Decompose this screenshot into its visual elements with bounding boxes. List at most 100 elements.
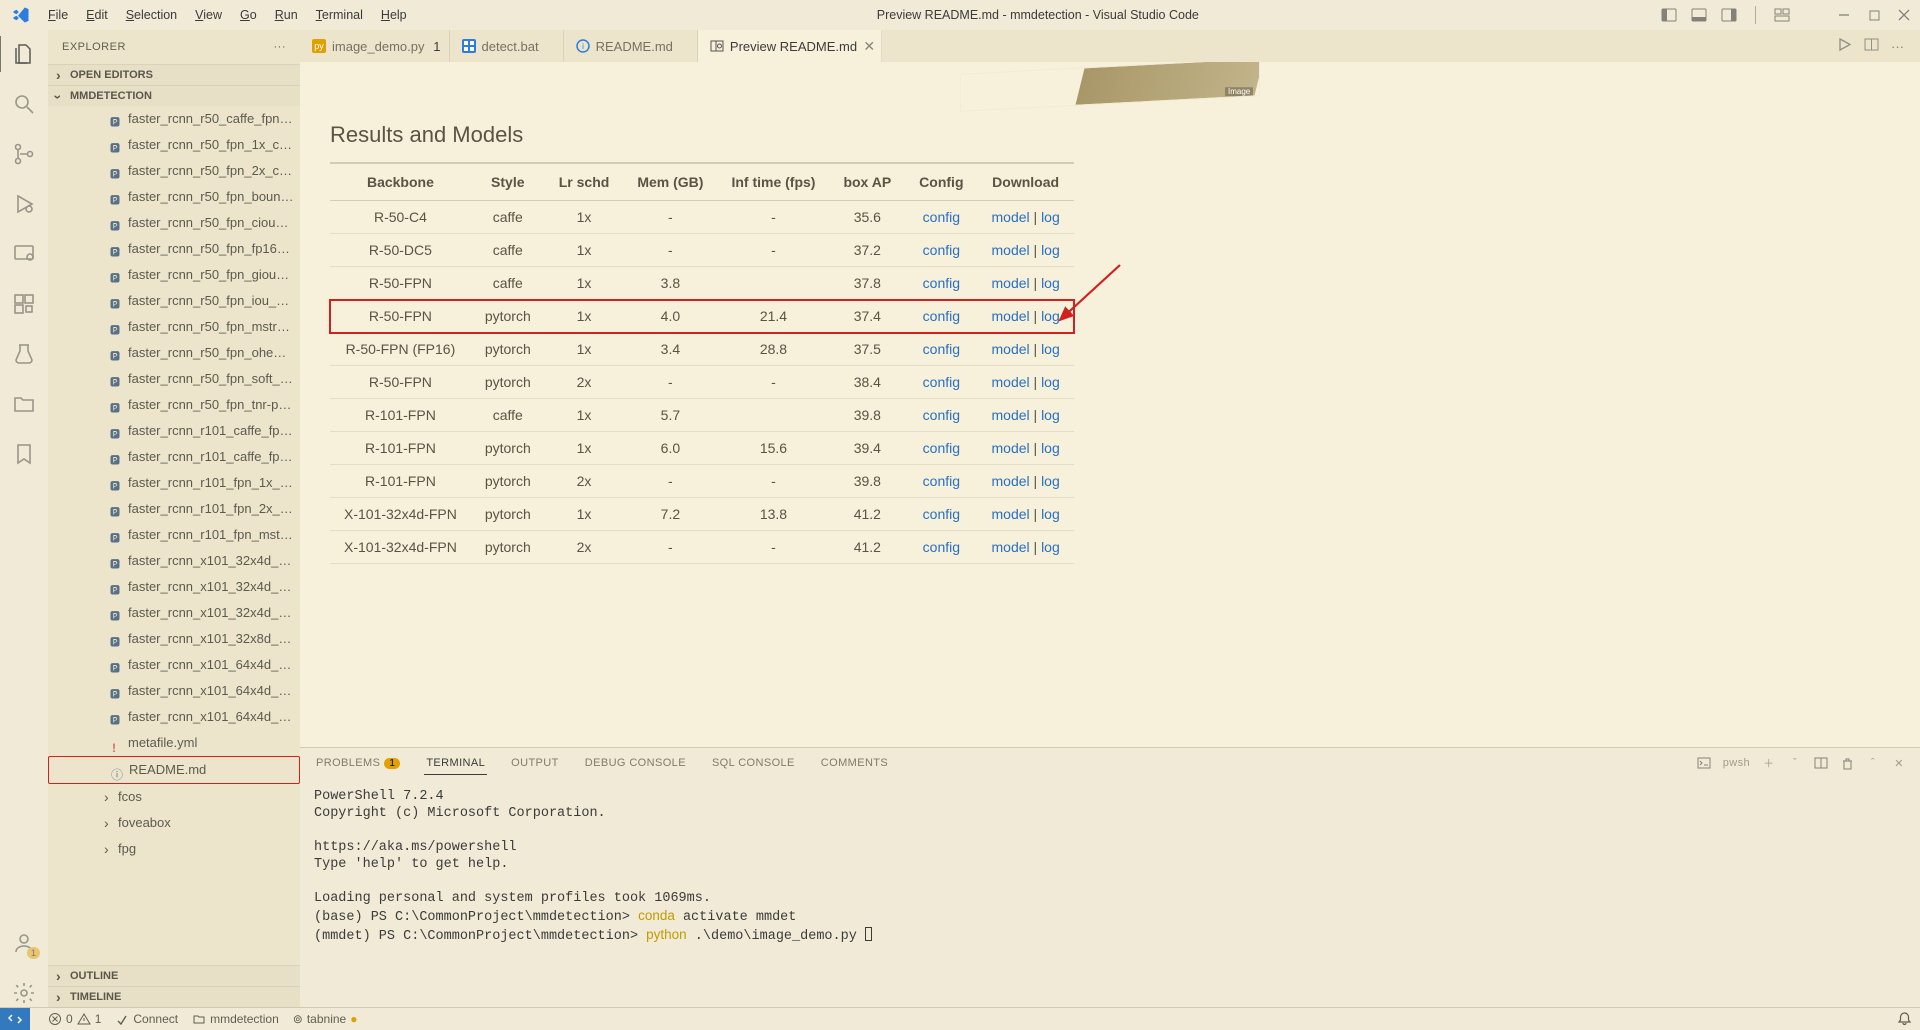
terminal-content[interactable]: PowerShell 7.2.4 Copyright (c) Microsoft… (300, 778, 1920, 1007)
log-link[interactable]: log (1041, 473, 1060, 489)
model-link[interactable]: model (992, 209, 1030, 225)
config-link[interactable]: config (923, 506, 960, 522)
file-item[interactable]: faster_rcnn_x101_64x4d_fpn_1x_c... (48, 652, 300, 678)
editor-tab[interactable]: pyimage_demo.py1 (300, 30, 450, 62)
log-link[interactable]: log (1041, 209, 1060, 225)
menu-help[interactable]: Help (373, 4, 415, 26)
file-item[interactable]: faster_rcnn_r50_fpn_ohem_1x_coc... (48, 340, 300, 366)
file-item[interactable]: faster_rcnn_r101_caffe_fpn_mstrai... (48, 444, 300, 470)
customize-layout-icon[interactable] (1774, 7, 1790, 23)
file-item[interactable]: faster_rcnn_r101_fpn_mstrain_3x_c... (48, 522, 300, 548)
config-link[interactable]: config (923, 473, 960, 489)
file-readme[interactable]: README.md (48, 756, 300, 784)
model-link[interactable]: model (992, 407, 1030, 423)
config-link[interactable]: config (923, 275, 960, 291)
file-item[interactable]: faster_rcnn_r50_fpn_bounded_iou... (48, 184, 300, 210)
terminal-dropdown-icon[interactable]: ˇ (1788, 756, 1802, 770)
model-link[interactable]: model (992, 539, 1030, 555)
search-icon[interactable] (10, 90, 38, 118)
file-item[interactable]: faster_rcnn_r50_fpn_giou_1x_coco... (48, 262, 300, 288)
model-link[interactable]: model (992, 473, 1030, 489)
split-editor-icon[interactable] (1864, 37, 1879, 55)
editor-tab[interactable]: detect.bat (450, 30, 564, 62)
log-link[interactable]: log (1041, 242, 1060, 258)
folder-icon[interactable] (10, 390, 38, 418)
log-link[interactable]: log (1041, 308, 1060, 324)
more-actions-icon[interactable]: ··· (1891, 39, 1904, 54)
panel-tab-output[interactable]: OUTPUT (509, 757, 561, 769)
file-item[interactable]: faster_rcnn_r101_fpn_2x_coco.py (48, 496, 300, 522)
kill-terminal-icon[interactable] (1840, 756, 1854, 770)
section-open-editors[interactable]: OPEN EDITORS (48, 64, 300, 85)
editor-tab[interactable]: Preview README.md✕ (698, 30, 882, 62)
explorer-more-icon[interactable]: ··· (274, 41, 287, 53)
panel-tab-problems[interactable]: PROBLEMS1 (314, 757, 402, 769)
status-problems[interactable]: 0 1 (48, 1012, 101, 1026)
editor-tab[interactable]: iREADME.md (564, 30, 698, 62)
model-link[interactable]: model (992, 440, 1030, 456)
menu-go[interactable]: Go (232, 4, 265, 26)
config-link[interactable]: config (923, 242, 960, 258)
source-control-icon[interactable] (10, 140, 38, 168)
file-item[interactable]: faster_rcnn_r50_fpn_ciou_1x_coco... (48, 210, 300, 236)
file-item[interactable]: faster_rcnn_r50_fpn_1x_coco.py (48, 132, 300, 158)
settings-gear-icon[interactable] (10, 979, 38, 1007)
log-link[interactable]: log (1041, 275, 1060, 291)
file-item[interactable]: faster_rcnn_x101_32x4d_fpn_1x_c... (48, 548, 300, 574)
menu-run[interactable]: Run (267, 4, 306, 26)
close-panel-icon[interactable]: ✕ (1892, 756, 1906, 770)
file-item[interactable]: faster_rcnn_r101_fpn_1x_coco.py (48, 470, 300, 496)
remote-explorer-icon[interactable] (10, 240, 38, 268)
bookmark-icon[interactable] (10, 440, 38, 468)
menu-selection[interactable]: Selection (118, 4, 185, 26)
tab-close-icon[interactable]: ✕ (863, 38, 875, 55)
model-link[interactable]: model (992, 374, 1030, 390)
config-link[interactable]: config (923, 440, 960, 456)
folder-item[interactable]: fcos (48, 784, 300, 810)
markdown-preview[interactable]: Results and Models BackboneStyleLr schdM… (300, 62, 1920, 747)
file-item[interactable]: faster_rcnn_x101_32x4d_fpn_2x_c... (48, 574, 300, 600)
toggle-panel-bottom-icon[interactable] (1691, 7, 1707, 23)
config-link[interactable]: config (923, 374, 960, 390)
split-terminal-icon[interactable] (1814, 756, 1828, 770)
menu-terminal[interactable]: Terminal (308, 4, 371, 26)
run-debug-icon[interactable] (10, 190, 38, 218)
file-item[interactable]: faster_rcnn_x101_64x4d_fpn_2x_c... (48, 678, 300, 704)
model-link[interactable]: model (992, 242, 1030, 258)
status-connect[interactable]: Connect (115, 1012, 178, 1026)
menu-edit[interactable]: Edit (78, 4, 116, 26)
window-close-icon[interactable] (1896, 7, 1912, 23)
maximize-panel-icon[interactable]: ˆ (1866, 756, 1880, 770)
panel-tab-terminal[interactable]: TERMINAL (424, 757, 487, 769)
window-minimize-icon[interactable] (1836, 7, 1852, 23)
toggle-panel-right-icon[interactable] (1721, 7, 1737, 23)
toggle-panel-left-icon[interactable] (1661, 7, 1677, 23)
section-workspace[interactable]: MMDETECTION (48, 85, 300, 106)
log-link[interactable]: log (1041, 407, 1060, 423)
explorer-icon[interactable] (10, 40, 38, 68)
file-item[interactable]: faster_rcnn_r50_fpn_soft_nms_1x_... (48, 366, 300, 392)
panel-tab-debug-console[interactable]: DEBUG CONSOLE (583, 757, 688, 769)
section-timeline[interactable]: TIMELINE (48, 986, 300, 1007)
model-link[interactable]: model (992, 506, 1030, 522)
panel-tab-sql-console[interactable]: SQL CONSOLE (710, 757, 797, 769)
log-link[interactable]: log (1041, 341, 1060, 357)
log-link[interactable]: log (1041, 539, 1060, 555)
run-icon[interactable] (1837, 37, 1852, 55)
file-item[interactable]: faster_rcnn_r101_caffe_fpn_1x_coc... (48, 418, 300, 444)
file-item[interactable]: faster_rcnn_x101_32x8d_fpn_mstr... (48, 626, 300, 652)
config-link[interactable]: config (923, 539, 960, 555)
testing-icon[interactable] (10, 340, 38, 368)
file-item[interactable]: faster_rcnn_r50_fpn_fp16_1x_coc... (48, 236, 300, 262)
account-icon[interactable]: 1 (10, 929, 38, 957)
file-item[interactable]: faster_rcnn_r50_fpn_tnr-pretrain_1... (48, 392, 300, 418)
model-link[interactable]: model (992, 341, 1030, 357)
config-link[interactable]: config (923, 341, 960, 357)
model-link[interactable]: model (992, 308, 1030, 324)
panel-tab-comments[interactable]: COMMENTS (819, 757, 890, 769)
menu-file[interactable]: File (40, 4, 76, 26)
file-item[interactable]: faster_rcnn_r50_fpn_iou_1x_coco.py (48, 288, 300, 314)
terminal-shell-icon[interactable] (1697, 756, 1711, 770)
file-item[interactable]: faster_rcnn_x101_32x4d_fpn_mstr... (48, 600, 300, 626)
log-link[interactable]: log (1041, 506, 1060, 522)
